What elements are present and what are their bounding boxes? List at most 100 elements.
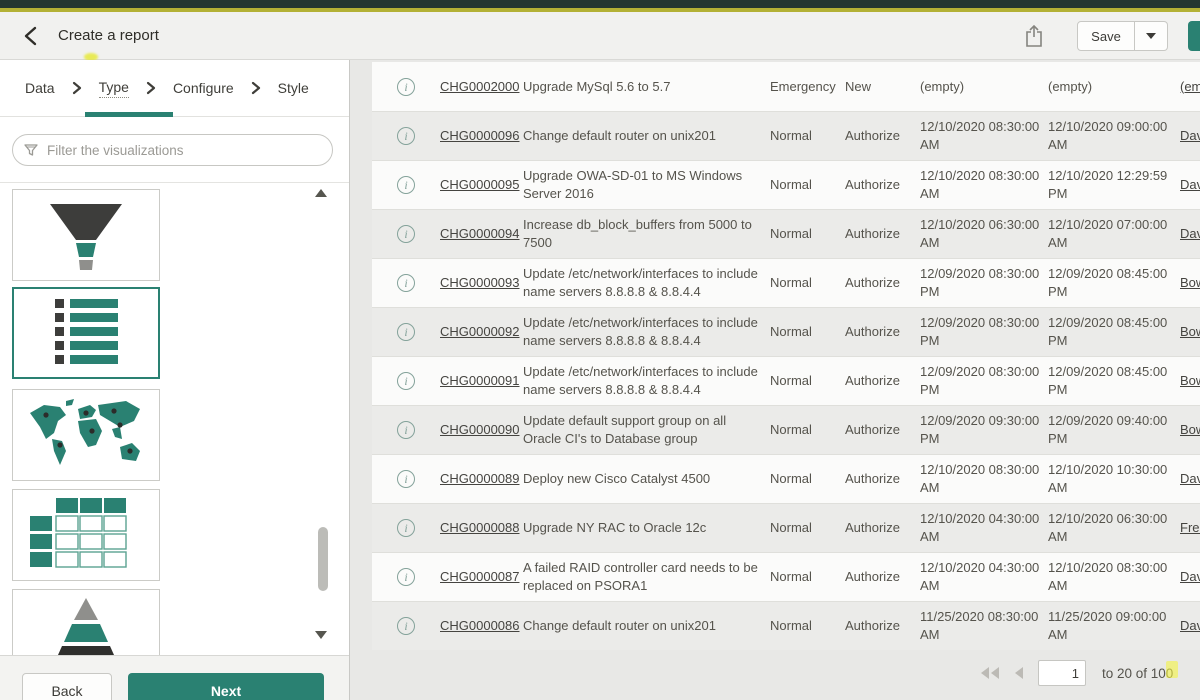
table-row[interactable]: i CHG0000094 Increase db_block_buffers f… bbox=[372, 209, 1200, 258]
info-icon[interactable]: i bbox=[397, 372, 415, 390]
viz-type-funnel[interactable] bbox=[12, 189, 160, 281]
viz-type-list[interactable] bbox=[12, 287, 160, 379]
record-priority: Normal bbox=[770, 372, 845, 390]
record-state: Authorize bbox=[845, 274, 920, 292]
table-row[interactable]: i CHG0000088 Upgrade NY RAC to Oracle 12… bbox=[372, 503, 1200, 552]
cutoff-action-button[interactable] bbox=[1188, 21, 1200, 51]
arrow-left-icon bbox=[1014, 666, 1024, 680]
back-button[interactable]: Back bbox=[22, 673, 112, 700]
record-planned-start: 12/10/2020 08:30:00 AM bbox=[920, 118, 1048, 153]
info-icon[interactable]: i bbox=[397, 421, 415, 439]
table-row[interactable]: i CHG0000086 Change default router on un… bbox=[372, 601, 1200, 650]
step-data[interactable]: Data bbox=[25, 80, 55, 96]
record-planned-end: (empty) bbox=[1048, 78, 1180, 96]
record-assignee-link[interactable]: Bow bbox=[1180, 274, 1200, 292]
record-assignee-link[interactable]: Dav bbox=[1180, 176, 1200, 194]
record-state: Authorize bbox=[845, 519, 920, 537]
record-state: Authorize bbox=[845, 421, 920, 439]
record-assignee-link[interactable]: (empty) bbox=[1180, 78, 1200, 96]
record-assignee-link[interactable]: Dav bbox=[1180, 617, 1200, 635]
record-assignee-link[interactable]: Dav bbox=[1180, 470, 1200, 488]
record-number-link[interactable]: CHG0000089 bbox=[440, 470, 523, 488]
share-button[interactable] bbox=[1019, 21, 1049, 51]
page-number-input[interactable] bbox=[1038, 660, 1086, 686]
save-dropdown-button[interactable] bbox=[1135, 21, 1168, 51]
record-assignee-link[interactable]: Dav bbox=[1180, 225, 1200, 243]
filter-input[interactable] bbox=[47, 143, 322, 158]
scroll-down-arrow[interactable] bbox=[315, 631, 327, 639]
record-priority: Normal bbox=[770, 225, 845, 243]
table-row[interactable]: i CHG0000089 Deploy new Cisco Catalyst 4… bbox=[372, 454, 1200, 503]
table-row[interactable]: i CHG0000096 Change default router on un… bbox=[372, 111, 1200, 160]
wizard-breadcrumb: Data Type Configure Style bbox=[0, 60, 349, 117]
record-state: Authorize bbox=[845, 617, 920, 635]
info-icon[interactable]: i bbox=[397, 323, 415, 341]
record-description: Update /etc/network/interfaces to includ… bbox=[523, 314, 770, 349]
record-assignee-link[interactable]: Fred bbox=[1180, 519, 1200, 537]
table-row[interactable]: i CHG0000090 Update default support grou… bbox=[372, 405, 1200, 454]
scroll-up-arrow[interactable] bbox=[315, 189, 327, 197]
record-number-link[interactable]: CHG0000091 bbox=[440, 372, 523, 390]
record-priority: Normal bbox=[770, 274, 845, 292]
info-icon[interactable]: i bbox=[397, 519, 415, 537]
record-number-link[interactable]: CHG0000086 bbox=[440, 617, 523, 635]
info-icon[interactable]: i bbox=[397, 225, 415, 243]
record-planned-end: 12/09/2020 08:45:00 PM bbox=[1048, 265, 1180, 300]
record-assignee-link[interactable]: Bow bbox=[1180, 323, 1200, 341]
record-assignee-link[interactable]: Dav bbox=[1180, 127, 1200, 145]
record-number-link[interactable]: CHG0002000 bbox=[440, 78, 523, 96]
table-row[interactable]: i CHG0000095 Upgrade OWA-SD-01 to MS Win… bbox=[372, 160, 1200, 209]
record-number-link[interactable]: CHG0000088 bbox=[440, 519, 523, 537]
info-icon[interactable]: i bbox=[397, 617, 415, 635]
record-number-link[interactable]: CHG0000096 bbox=[440, 127, 523, 145]
pagination: to 20 of 100 bbox=[980, 658, 1173, 688]
record-planned-end: 12/09/2020 08:45:00 PM bbox=[1048, 363, 1180, 398]
record-description: Change default router on unix201 bbox=[523, 127, 770, 145]
record-assignee-link[interactable]: Dav bbox=[1180, 568, 1200, 586]
record-planned-end: 12/10/2020 10:30:00 AM bbox=[1048, 461, 1180, 496]
record-number-link[interactable]: CHG0000093 bbox=[440, 274, 523, 292]
record-assignee-link[interactable]: Bow bbox=[1180, 372, 1200, 390]
table-row[interactable]: i CHG0000093 Update /etc/network/interfa… bbox=[372, 258, 1200, 307]
record-planned-start: 12/09/2020 09:30:00 PM bbox=[920, 412, 1048, 447]
record-planned-start: 11/25/2020 08:30:00 AM bbox=[920, 608, 1048, 643]
viz-type-pyramid[interactable] bbox=[12, 589, 160, 655]
table-row[interactable]: i CHG0000092 Update /etc/network/interfa… bbox=[372, 307, 1200, 356]
record-assignee-link[interactable]: Bow bbox=[1180, 421, 1200, 439]
record-number-link[interactable]: CHG0000092 bbox=[440, 323, 523, 341]
next-button[interactable]: Next bbox=[128, 673, 324, 700]
row-info-cell: i bbox=[372, 617, 440, 635]
first-page-button[interactable] bbox=[980, 666, 1000, 680]
viz-type-table[interactable] bbox=[12, 489, 160, 581]
record-number-link[interactable]: CHG0000095 bbox=[440, 176, 523, 194]
record-planned-end: 12/10/2020 09:00:00 AM bbox=[1048, 118, 1180, 153]
active-step-indicator bbox=[85, 112, 173, 117]
double-arrow-left-icon bbox=[980, 666, 1000, 680]
row-info-cell: i bbox=[372, 274, 440, 292]
table-row[interactable]: i CHG0000091 Update /etc/network/interfa… bbox=[372, 356, 1200, 405]
info-icon[interactable]: i bbox=[397, 176, 415, 194]
step-configure[interactable]: Configure bbox=[173, 80, 234, 96]
record-number-link[interactable]: CHG0000087 bbox=[440, 568, 523, 586]
table-row[interactable]: i CHG0002000 Upgrade MySql 5.6 to 5.7 Em… bbox=[372, 62, 1200, 111]
record-priority: Normal bbox=[770, 568, 845, 586]
info-icon[interactable]: i bbox=[397, 274, 415, 292]
table-row[interactable]: i CHG0000087 A failed RAID controller ca… bbox=[372, 552, 1200, 601]
record-number-link[interactable]: CHG0000094 bbox=[440, 225, 523, 243]
record-planned-start: 12/09/2020 08:30:00 PM bbox=[920, 363, 1048, 398]
step-style[interactable]: Style bbox=[278, 80, 309, 96]
back-chevron-button[interactable] bbox=[18, 24, 42, 48]
scrollbar-thumb[interactable] bbox=[318, 527, 328, 591]
info-icon[interactable]: i bbox=[397, 78, 415, 96]
step-type[interactable]: Type bbox=[99, 79, 129, 98]
record-number-link[interactable]: CHG0000090 bbox=[440, 421, 523, 439]
record-state: Authorize bbox=[845, 568, 920, 586]
save-button[interactable]: Save bbox=[1077, 21, 1135, 51]
info-icon[interactable]: i bbox=[397, 127, 415, 145]
record-priority: Normal bbox=[770, 519, 845, 537]
info-icon[interactable]: i bbox=[397, 470, 415, 488]
world-map-icon bbox=[16, 393, 156, 477]
previous-page-button[interactable] bbox=[1014, 666, 1024, 680]
info-icon[interactable]: i bbox=[397, 568, 415, 586]
viz-type-world-map[interactable] bbox=[12, 389, 160, 481]
